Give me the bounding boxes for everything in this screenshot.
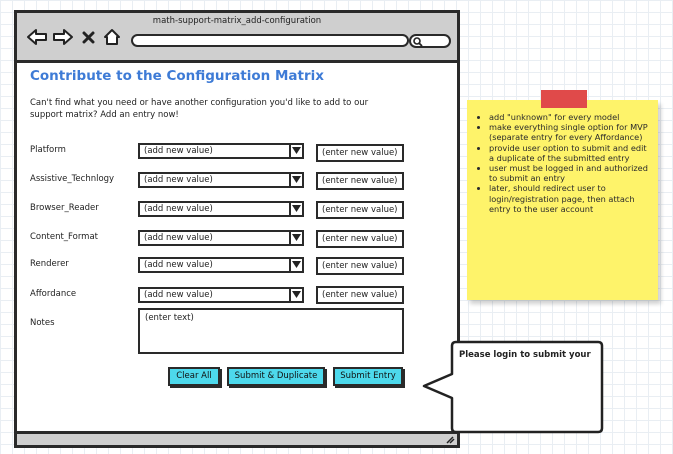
submit-entry-button[interactable]: Submit Entry xyxy=(333,367,403,386)
dropdown-arrow-icon[interactable] xyxy=(289,259,302,271)
dropdown-arrow-icon[interactable] xyxy=(289,289,302,301)
clear-all-button[interactable]: Clear All xyxy=(168,367,220,386)
renderer-select[interactable]: (add new value) xyxy=(138,257,304,273)
callout-text: Please login to submit your xyxy=(459,350,591,360)
input-value: (enter new value) xyxy=(322,290,398,300)
field-label-affordance: Affordance xyxy=(30,289,77,299)
forward-arrow-icon[interactable] xyxy=(52,28,74,46)
select-value: (add new value) xyxy=(144,290,213,300)
intro-text: Can't find what you need or have another… xyxy=(30,98,369,120)
field-label-renderer: Renderer xyxy=(30,259,69,269)
address-bar[interactable] xyxy=(131,34,409,47)
field-label-platform: Platform xyxy=(30,145,66,155)
dropdown-arrow-icon[interactable] xyxy=(289,174,302,186)
affordance-select[interactable]: (add new value) xyxy=(138,287,304,303)
page-title: Contribute to the Configuration Matrix xyxy=(30,68,324,84)
input-value: (enter new value) xyxy=(322,205,398,215)
platform-new-value-input[interactable]: (enter new value) xyxy=(316,144,404,162)
dropdown-arrow-icon[interactable] xyxy=(289,232,302,244)
sticky-note-tape xyxy=(541,90,587,108)
sticky-note-item: provide user option to submit and edit a… xyxy=(489,143,653,163)
input-value: (enter new value) xyxy=(322,234,398,244)
browser-reader-new-value-input[interactable]: (enter new value) xyxy=(316,201,404,219)
browser-titlebar: math-support-matrix_add-configuration xyxy=(17,13,457,63)
notes-placeholder: (enter text) xyxy=(145,313,194,323)
sticky-note: add "unknown" for every model make every… xyxy=(467,100,658,300)
window-title: math-support-matrix_add-configuration xyxy=(152,16,322,26)
sticky-note-item: make everything single option for MVP (s… xyxy=(489,122,653,142)
field-label-assistive-technology: Assistive_Technlogy xyxy=(30,174,115,184)
platform-select[interactable]: (add new value) xyxy=(138,143,304,159)
select-value: (add new value) xyxy=(144,204,213,214)
sticky-note-item: add "unknown" for every model xyxy=(489,112,653,122)
content-format-select[interactable]: (add new value) xyxy=(138,230,304,246)
content-format-new-value-input[interactable]: (enter new value) xyxy=(316,230,404,248)
search-icon xyxy=(413,37,423,47)
submit-duplicate-button[interactable]: Submit & Duplicate xyxy=(227,367,325,386)
input-value: (enter new value) xyxy=(322,148,398,158)
input-value: (enter new value) xyxy=(322,261,398,271)
back-arrow-icon[interactable] xyxy=(26,28,48,46)
renderer-new-value-input[interactable]: (enter new value) xyxy=(316,257,404,275)
home-icon[interactable] xyxy=(103,28,121,46)
sticky-note-list: add "unknown" for every model make every… xyxy=(489,112,653,214)
browser-statusbar xyxy=(17,431,457,445)
select-value: (add new value) xyxy=(144,260,213,270)
select-value: (add new value) xyxy=(144,233,213,243)
dropdown-arrow-icon[interactable] xyxy=(289,145,302,157)
assistive-technology-new-value-input[interactable]: (enter new value) xyxy=(316,172,404,190)
field-label-notes: Notes xyxy=(30,318,55,328)
select-value: (add new value) xyxy=(144,175,213,185)
browser-reader-select[interactable]: (add new value) xyxy=(138,201,304,217)
select-value: (add new value) xyxy=(144,146,213,156)
dropdown-arrow-icon[interactable] xyxy=(289,203,302,215)
field-label-browser-reader: Browser_Reader xyxy=(30,203,99,213)
assistive-technology-select[interactable]: (add new value) xyxy=(138,172,304,188)
input-value: (enter new value) xyxy=(322,176,398,186)
notes-textarea[interactable]: (enter text) xyxy=(138,308,404,354)
browser-search-box[interactable] xyxy=(409,34,451,48)
affordance-new-value-input[interactable]: (enter new value) xyxy=(316,286,404,304)
sticky-note-item: user must be logged in and authorized to… xyxy=(489,163,653,183)
sticky-note-item: later, should redirect user to login/reg… xyxy=(489,183,653,214)
field-label-content-format: Content_Format xyxy=(30,232,99,242)
close-x-icon[interactable] xyxy=(82,31,95,44)
